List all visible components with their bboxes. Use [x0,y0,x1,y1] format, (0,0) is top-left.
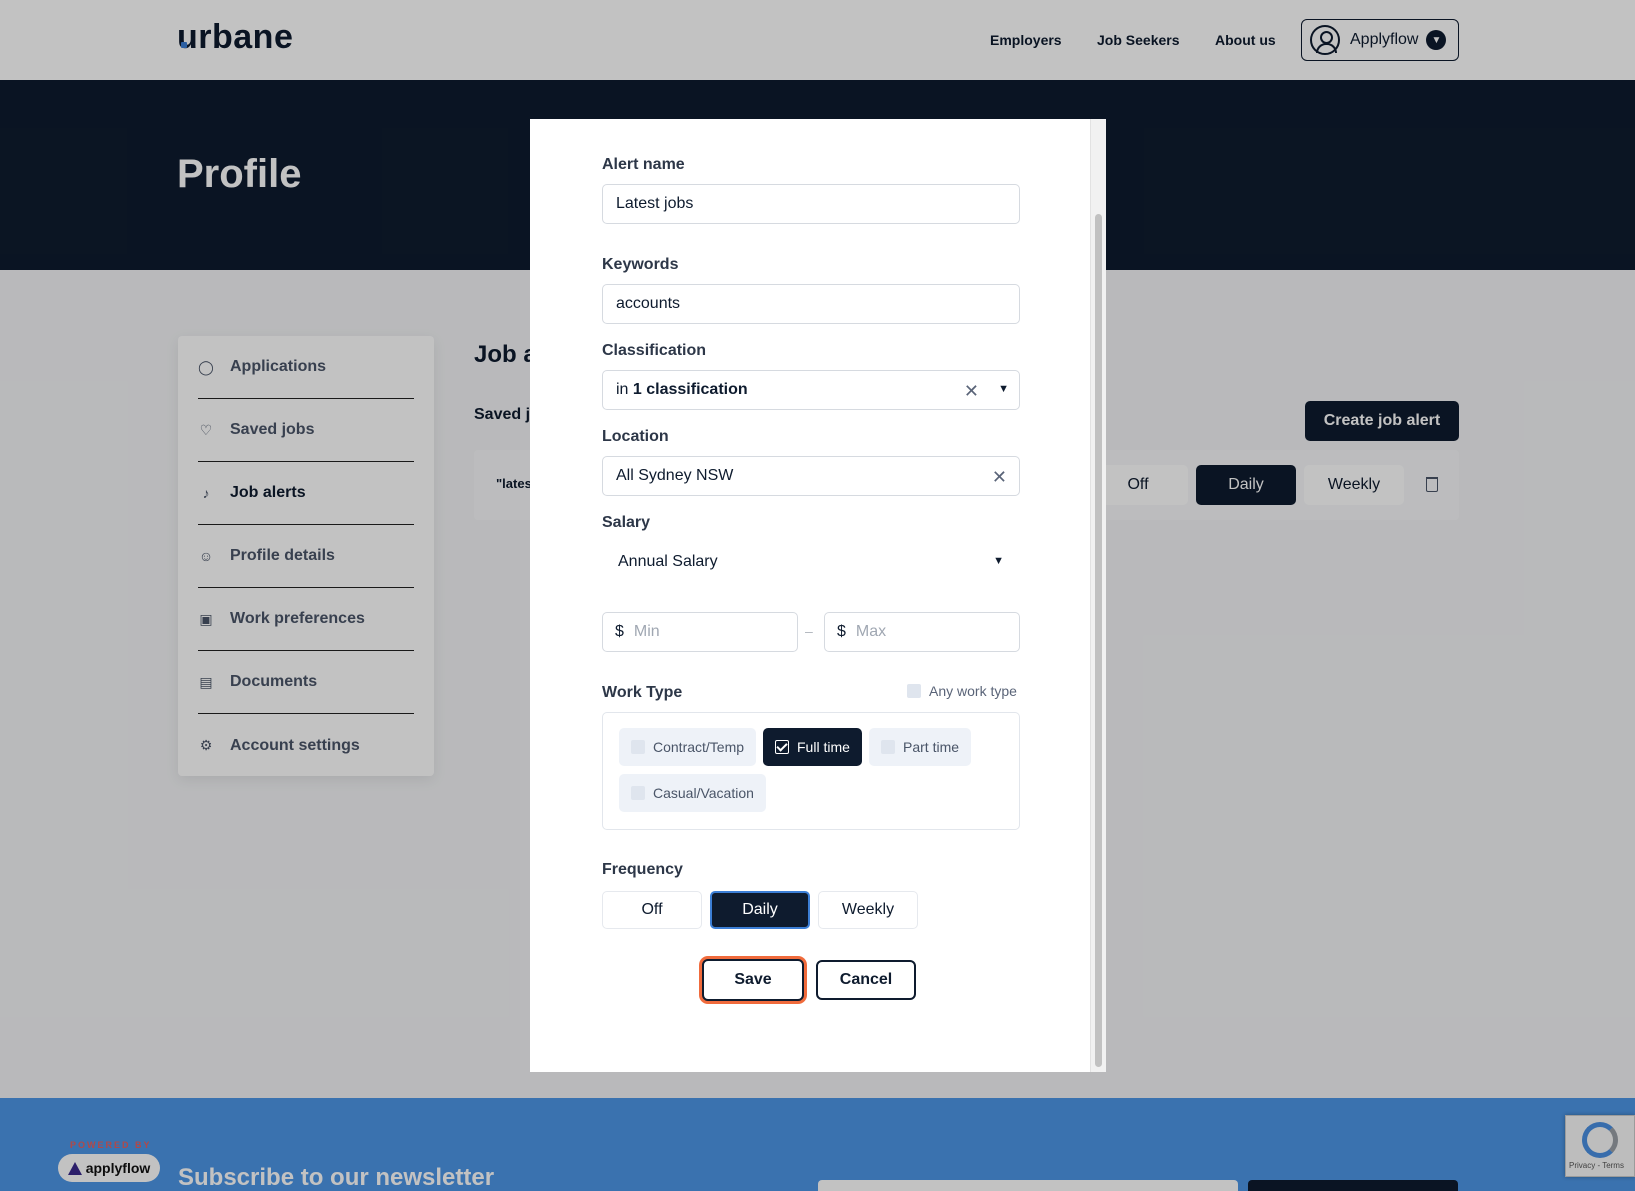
salary-type-select[interactable]: Annual Salary ▼ [602,542,1020,582]
save-button[interactable]: Save [702,959,804,1001]
work-type-full-time[interactable]: Full time [763,728,862,766]
classification-prefix: in [616,381,629,398]
work-type-part-time[interactable]: Part time [869,728,972,766]
salary-label: Salary [602,514,651,531]
work-type-options: Contract/Temp Full time Part time Casual… [602,712,1020,830]
any-work-type-label: Any work type [929,683,1017,699]
clear-location-icon[interactable]: ✕ [992,467,1007,488]
classification-count: 1 [632,381,642,398]
keywords-label: Keywords [602,256,679,273]
frequency-off-button[interactable]: Off [602,891,702,929]
checkbox-icon [631,740,645,754]
location-input[interactable]: All Sydney NSW ✕ [602,456,1020,496]
classification-suffix: classification [646,381,748,398]
frequency-label: Frequency [602,861,683,878]
any-work-type-checkbox[interactable]: Any work type [907,683,1017,699]
modal-scrollbar-thumb[interactable] [1095,214,1102,1067]
work-type-contract-temp[interactable]: Contract/Temp [619,728,757,766]
salary-max-field[interactable]: $ [824,612,1020,652]
work-type-label: Work Type [602,684,683,701]
salary-max-input[interactable] [855,623,996,641]
cancel-button[interactable]: Cancel [816,960,916,1000]
salary-min-field[interactable]: $ [602,612,798,652]
clear-classification-icon[interactable]: ✕ [964,381,979,402]
classification-select[interactable]: in 1 classification ✕ ▼ [602,370,1020,410]
salary-min-input[interactable] [633,623,774,641]
salary-type-value: Annual Salary [618,553,718,570]
checkbox-icon [631,786,645,800]
currency-symbol: $ [837,623,846,640]
salary-range-separator: – [805,623,813,639]
checkbox-icon [881,740,895,754]
work-type-casual-vacation[interactable]: Casual/Vacation [619,774,766,812]
location-value: All Sydney NSW [616,467,734,484]
alert-name-value: Latest jobs [616,195,694,212]
alert-name-label: Alert name [602,156,685,173]
keywords-input[interactable]: accounts [602,284,1020,324]
location-label: Location [602,428,669,445]
frequency-daily-button[interactable]: Daily [710,891,810,929]
caret-down-icon[interactable]: ▼ [998,383,1009,395]
alert-name-input[interactable]: Latest jobs [602,184,1020,224]
checkbox-icon [907,684,921,698]
work-type-label: Casual/Vacation [653,785,754,801]
classification-label: Classification [602,342,707,359]
edit-job-alert-modal: Alert name Latest jobs Keywords accounts… [530,119,1106,1072]
work-type-label: Contract/Temp [653,739,745,755]
frequency-weekly-button[interactable]: Weekly [818,891,918,929]
work-type-label: Part time [903,739,960,755]
work-type-label: Full time [797,739,850,755]
currency-symbol: $ [615,623,624,640]
checkbox-checked-icon [775,740,789,754]
keywords-value: accounts [616,295,681,312]
caret-down-icon: ▼ [993,555,1004,567]
